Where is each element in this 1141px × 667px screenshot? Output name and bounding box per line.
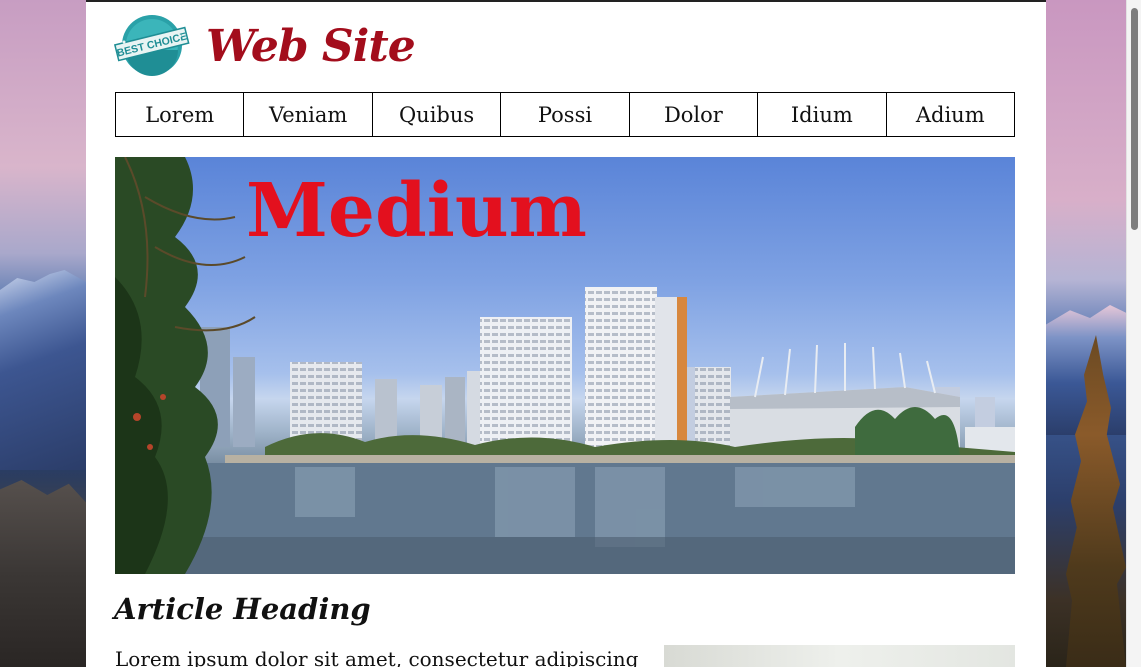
site-title[interactable]: Web Site: [206, 16, 416, 78]
hero-banner: Medium: [115, 157, 1015, 574]
article-paragraph: Lorem ipsum dolor sit amet, consectetur …: [115, 647, 639, 667]
nav-item-adium[interactable]: Adium: [885, 93, 1014, 136]
hero-title: Medium: [246, 168, 587, 254]
main-navigation: Lorem Veniam Quibus Possi Dolor Idium Ad…: [115, 92, 1015, 137]
rock-cliff-left: [0, 480, 86, 667]
background-scenery-right: [1046, 0, 1126, 667]
article-image: [664, 645, 1015, 667]
site-header: BEST CHOICE Web Site: [114, 12, 514, 82]
article-heading: Article Heading: [114, 592, 371, 626]
page-container: BEST CHOICE Web Site Lorem Veniam Quibus…: [86, 0, 1046, 667]
nav-item-dolor[interactable]: Dolor: [628, 93, 757, 136]
scrollbar-thumb[interactable]: [1131, 8, 1138, 230]
nav-item-quibus[interactable]: Quibus: [371, 93, 500, 136]
background-scenery-left: [0, 0, 86, 667]
nav-item-lorem[interactable]: Lorem: [116, 93, 243, 136]
nav-item-possi[interactable]: Possi: [500, 93, 628, 136]
nav-item-idium[interactable]: Idium: [757, 93, 885, 136]
vertical-scrollbar[interactable]: [1126, 0, 1141, 667]
mountain-ridge-left: [0, 270, 86, 470]
best-choice-logo[interactable]: BEST CHOICE: [114, 14, 190, 76]
nav-item-veniam[interactable]: Veniam: [243, 93, 371, 136]
